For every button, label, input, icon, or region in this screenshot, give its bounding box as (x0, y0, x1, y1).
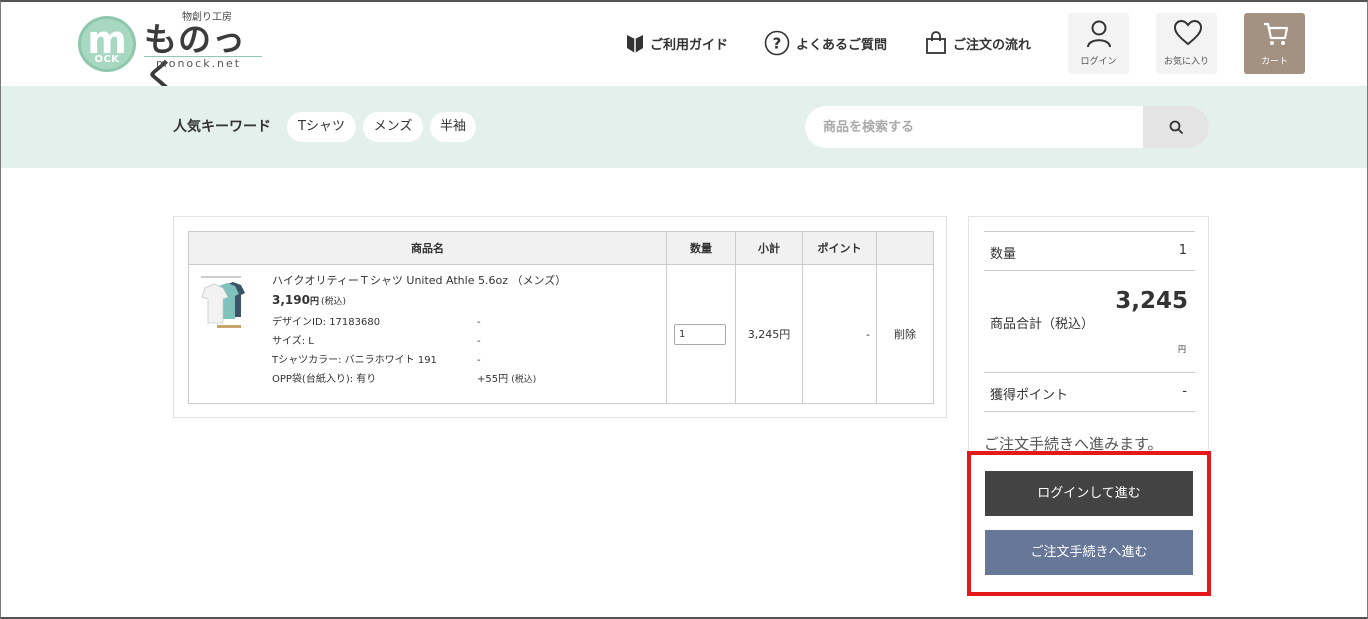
item-price-tax: (税込) (320, 297, 347, 307)
login-header-button[interactable]: ログイン (1068, 13, 1129, 74)
item-price: 3,190円 (税込) (272, 289, 657, 313)
col-header-points: ポイント (802, 231, 877, 265)
col-header-qty: 数量 (666, 231, 736, 265)
nav-guide-label: ご利用ガイド (650, 37, 729, 53)
logo-mark-icon: m OCK (78, 16, 136, 72)
summary-points-value: - (1182, 384, 1187, 399)
option-value: - (477, 336, 481, 347)
summary-qty-row: 数量 1 (984, 231, 1195, 270)
search-box (805, 106, 1209, 148)
item-cell: ハイクオリティーＴシャツ United Athle 5.6oz （メンズ） 3,… (188, 264, 667, 404)
col-header-name: 商品名 (188, 231, 667, 265)
list-item: Tシャツカラー: バニラホワイト 191 - (272, 351, 657, 370)
item-price-value: 3,190 (272, 293, 310, 307)
cart-table: 商品名 数量 小計 ポイント ハイクオリティーＴシャツ United Athle… (188, 231, 934, 404)
proceed-to-checkout-button[interactable]: ご注文手続きへ進む (985, 530, 1193, 575)
quantity-input[interactable] (674, 323, 726, 345)
search-band: 人気キーワード Tシャツ メンズ 半袖 (0, 86, 1368, 168)
option-key: サイズ: L (272, 336, 314, 347)
order-summary: 数量 1 商品合計（税込） 3,245 円 獲得ポイント - ご注文手続きへ進み… (968, 216, 1209, 596)
favorites-button[interactable]: お気に入り (1156, 13, 1217, 74)
product-thumbnail[interactable] (197, 273, 257, 333)
heart-icon (1173, 19, 1203, 46)
keyword-chip-tshirt[interactable]: Tシャツ (287, 112, 356, 142)
option-key: OPP袋(台紙入り): 有り (272, 374, 377, 385)
summary-qty-value: 1 (1178, 243, 1187, 258)
col-header-subtotal: 小計 (735, 231, 803, 265)
svg-text:?: ? (773, 35, 782, 53)
site-header: m OCK 物創り工房 ものっく monock.net ご利用ガイド ? よくあ… (0, 0, 1368, 94)
option-value: +55円 (税込) (477, 370, 536, 390)
logo-url: monock.net (156, 57, 242, 70)
user-icon (1087, 20, 1111, 48)
list-item: デザインID: 17183680 - (272, 313, 657, 332)
summary-points-row: 獲得ポイント - (984, 372, 1195, 412)
keyword-chip-short-sleeve[interactable]: 半袖 (430, 112, 476, 142)
delete-link[interactable]: 削除 (876, 264, 934, 404)
summary-qty-label: 数量 (990, 247, 1017, 262)
cart-header-row: 商品名 数量 小計 ポイント (188, 231, 934, 265)
cart-button[interactable]: カート (1244, 13, 1305, 74)
site-logo[interactable]: m OCK 物創り工房 ものっく monock.net (78, 12, 268, 94)
option-key: デザインID: 17183680 (272, 317, 381, 328)
nav-order-flow-label: ご注文の流れ (953, 37, 1032, 53)
nav-order-flow[interactable]: ご注文の流れ (925, 30, 1031, 56)
item-price-unit: 円 (309, 297, 319, 307)
nav-faq[interactable]: ? よくあるご質問 (764, 30, 887, 56)
summary-total-value: 3,245 (1115, 288, 1188, 314)
summary-total-unit: 円 (1178, 345, 1186, 354)
summary-total-label: 商品合計（税込） (990, 317, 1095, 332)
beginner-mark-icon (627, 35, 643, 53)
option-value-amount: +55円 (477, 374, 509, 385)
keyword-chip-mens[interactable]: メンズ (363, 112, 423, 142)
logo-mark-sub: OCK (94, 54, 120, 65)
cart-panel: 商品名 数量 小計 ポイント ハイクオリティーＴシャツ United Athle… (173, 216, 947, 418)
list-item: サイズ: L - (272, 332, 657, 351)
summary-total-row: 商品合計（税込） 3,245 円 (984, 270, 1195, 372)
option-value-tax: (税込) (511, 375, 537, 385)
login-header-label: ログイン (1080, 57, 1117, 67)
search-input[interactable] (805, 106, 1143, 148)
cart-icon (1264, 22, 1289, 45)
qty-cell (666, 264, 736, 404)
list-item: OPP袋(台紙入り): 有り +55円 (税込) (272, 370, 657, 390)
nav-faq-label: よくあるご質問 (796, 37, 888, 53)
popular-keywords-title: 人気キーワード (173, 119, 271, 135)
proceed-message: ご注文手続きへ進みます。 (984, 435, 1163, 453)
option-value: - (477, 355, 481, 366)
table-row: ハイクオリティーＴシャツ United Athle 5.6oz （メンズ） 3,… (188, 264, 934, 404)
subtotal-cell: 3,245円 (735, 264, 803, 404)
item-name[interactable]: ハイクオリティーＴシャツ United Athle 5.6oz （メンズ） (272, 273, 657, 289)
col-header-action (876, 231, 934, 265)
search-icon (1169, 120, 1183, 134)
option-value: - (477, 317, 481, 328)
points-cell: - (802, 264, 877, 404)
option-key: Tシャツカラー: バニラホワイト 191 (272, 355, 437, 366)
nav-guide[interactable]: ご利用ガイド (626, 30, 728, 56)
favorites-label: お気に入り (1163, 57, 1209, 67)
shopping-bag-icon (926, 31, 946, 54)
login-and-proceed-button[interactable]: ログインして進む (985, 471, 1193, 516)
search-button[interactable] (1143, 106, 1209, 148)
item-info: ハイクオリティーＴシャツ United Athle 5.6oz （メンズ） 3,… (272, 273, 657, 390)
cart-label: カート (1260, 57, 1288, 67)
summary-points-label: 獲得ポイント (990, 388, 1069, 403)
question-circle-icon: ? (764, 30, 790, 56)
